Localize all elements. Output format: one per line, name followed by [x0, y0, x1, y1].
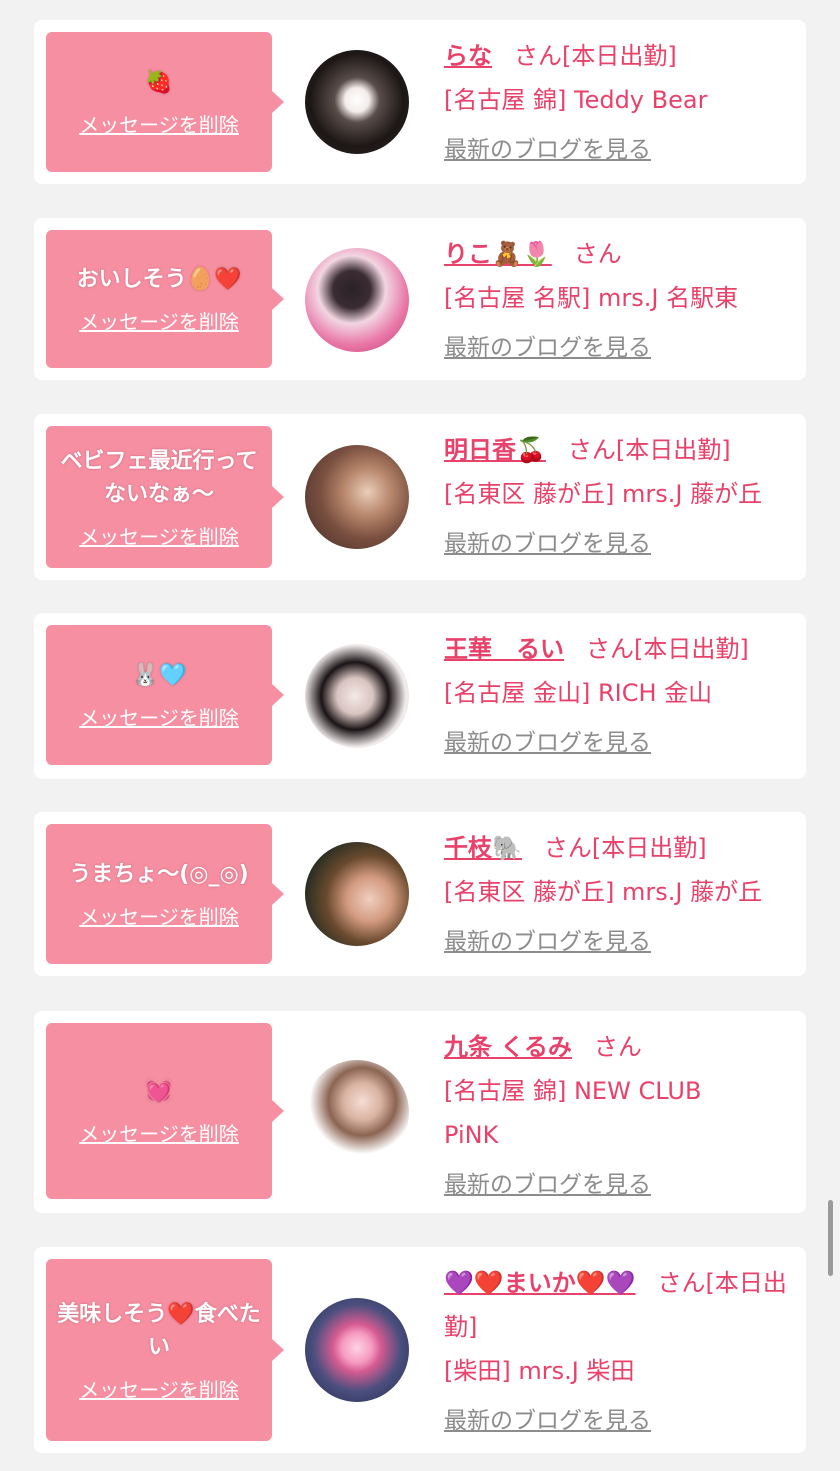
- cast-honorific: さん[本日出勤]: [567, 436, 731, 464]
- delete-message-link[interactable]: メッセージを削除: [79, 1374, 239, 1403]
- cast-honorific: さん: [573, 240, 622, 268]
- delete-message-link[interactable]: メッセージを削除: [79, 306, 239, 335]
- message-text: おいしそう🥚❤️: [76, 267, 242, 292]
- vertical-scrollbar[interactable]: [828, 1200, 833, 1276]
- message-card: 美味しそう❤️食べたい メッセージを削除 💜❤️まいか❤️💜 さん[本日出勤] […: [34, 1247, 806, 1453]
- cast-honorific: さん[本日出勤]: [586, 635, 749, 663]
- avatar[interactable]: [305, 842, 409, 946]
- message-text: 🐰🩵: [131, 663, 187, 688]
- avatar[interactable]: [305, 644, 409, 748]
- message-text: 美味しそう❤️食べたい: [57, 1301, 261, 1360]
- delete-message-link[interactable]: メッセージを削除: [79, 109, 239, 138]
- avatar[interactable]: [305, 248, 409, 352]
- cast-name-link[interactable]: 明日香🍒: [444, 436, 546, 464]
- message-card: うまちょ〜(◎_◎) メッセージを削除 千枝🐘 さん[本日出勤] [名東区 藤が丘…: [34, 812, 806, 976]
- latest-blog-link[interactable]: 最新のブログを見る: [444, 128, 651, 172]
- message-card: ベビフェ最近行ってないなぁ〜 メッセージを削除 明日香🍒 さん[本日出勤] [名東…: [34, 414, 806, 580]
- shop-name: [柴田] mrs.J 柴田: [444, 1357, 635, 1385]
- cast-info: りこ🧸🌷 さん [名古屋 名駅] mrs.J 名駅東 最新のブログを見る: [444, 232, 792, 370]
- message-card: 🍓 メッセージを削除 らな さん[本日出勤] [名古屋 錦] Teddy Bear…: [34, 20, 806, 184]
- delete-message-link[interactable]: メッセージを削除: [79, 521, 239, 550]
- cast-name-link[interactable]: らな: [444, 42, 492, 70]
- latest-blog-link[interactable]: 最新のブログを見る: [444, 326, 651, 370]
- message-bubble: 美味しそう❤️食べたい メッセージを削除: [46, 1259, 284, 1441]
- name-row: 王華 るい さん[本日出勤]: [444, 627, 792, 671]
- message-card: おいしそう🥚❤️ メッセージを削除 りこ🧸🌷 さん [名古屋 名駅] mrs.J …: [34, 218, 806, 380]
- name-row: 千枝🐘 さん[本日出勤]: [444, 826, 792, 870]
- cast-name-link[interactable]: 千枝🐘: [444, 834, 522, 862]
- message-text: 💓: [145, 1079, 173, 1104]
- cast-name-link[interactable]: 💜❤️まいか❤️💜: [444, 1269, 636, 1297]
- cast-info: 千枝🐘 さん[本日出勤] [名東区 藤が丘] mrs.J 藤が丘 最新のブログを見…: [444, 826, 792, 964]
- message-bubble: おいしそう🥚❤️ メッセージを削除: [46, 230, 284, 368]
- latest-blog-link[interactable]: 最新のブログを見る: [444, 721, 651, 765]
- message-text: うまちょ〜(◎_◎): [69, 862, 249, 887]
- message-card: 💓 メッセージを削除 九条 くるみ さん [名古屋 錦] NEW CLUB PiN…: [34, 1011, 806, 1213]
- name-row: らな さん[本日出勤]: [444, 34, 792, 78]
- cast-info: 明日香🍒 さん[本日出勤] [名東区 藤が丘] mrs.J 藤が丘 最新のブログを…: [444, 428, 792, 566]
- shop-name: [名東区 藤が丘] mrs.J 藤が丘: [444, 878, 763, 906]
- delete-message-link[interactable]: メッセージを削除: [79, 901, 239, 930]
- cast-name-link[interactable]: りこ🧸🌷: [444, 240, 552, 268]
- name-row: りこ🧸🌷 さん: [444, 232, 792, 276]
- avatar[interactable]: [305, 1060, 409, 1164]
- cast-honorific: さん: [593, 1033, 642, 1061]
- latest-blog-link[interactable]: 最新のブログを見る: [444, 1399, 651, 1443]
- cast-info: 九条 くるみ さん [名古屋 錦] NEW CLUB PiNK 最新のブログを見る: [444, 1025, 792, 1207]
- shop-name: [名古屋 錦] NEW CLUB PiNK: [444, 1077, 702, 1149]
- message-bubble: うまちょ〜(◎_◎) メッセージを削除: [46, 824, 284, 964]
- cast-name-link[interactable]: 王華 るい: [444, 635, 564, 663]
- avatar[interactable]: [305, 50, 409, 154]
- page: { "delete_label": "メッセージを削除", "blog_labe…: [0, 0, 840, 1471]
- latest-blog-link[interactable]: 最新のブログを見る: [444, 1163, 651, 1207]
- shop-name: [名古屋 金山] RICH 金山: [444, 679, 713, 707]
- shop-name: [名古屋 名駅] mrs.J 名駅東: [444, 284, 739, 312]
- latest-blog-link[interactable]: 最新のブログを見る: [444, 920, 651, 964]
- cast-honorific: さん[本日出勤]: [543, 834, 707, 862]
- cast-info: 💜❤️まいか❤️💜 さん[本日出勤] [柴田] mrs.J 柴田 最新のブログを見…: [444, 1261, 792, 1443]
- shop-name: [名東区 藤が丘] mrs.J 藤が丘: [444, 480, 763, 508]
- name-row: 💜❤️まいか❤️💜 さん[本日出勤]: [444, 1261, 792, 1349]
- cast-name-link[interactable]: 九条 くるみ: [444, 1033, 572, 1061]
- message-bubble: ベビフェ最近行ってないなぁ〜 メッセージを削除: [46, 426, 284, 568]
- delete-message-link[interactable]: メッセージを削除: [79, 1118, 239, 1147]
- message-bubble: 🍓 メッセージを削除: [46, 32, 284, 172]
- name-row: 九条 くるみ さん: [444, 1025, 792, 1069]
- name-row: 明日香🍒 さん[本日出勤]: [444, 428, 792, 472]
- message-card: 🐰🩵 メッセージを削除 王華 るい さん[本日出勤] [名古屋 金山] RICH …: [34, 613, 806, 779]
- cast-info: らな さん[本日出勤] [名古屋 錦] Teddy Bear 最新のブログを見る: [444, 34, 792, 172]
- shop-name: [名古屋 錦] Teddy Bear: [444, 86, 708, 114]
- message-bubble: 🐰🩵 メッセージを削除: [46, 625, 284, 765]
- cast-info: 王華 るい さん[本日出勤] [名古屋 金山] RICH 金山 最新のブログを見る: [444, 627, 792, 765]
- latest-blog-link[interactable]: 最新のブログを見る: [444, 522, 651, 566]
- avatar[interactable]: [305, 1298, 409, 1402]
- message-bubble: 💓 メッセージを削除: [46, 1023, 284, 1199]
- message-text: ベビフェ最近行ってないなぁ〜: [60, 448, 258, 507]
- avatar[interactable]: [305, 445, 409, 549]
- delete-message-link[interactable]: メッセージを削除: [79, 702, 239, 731]
- message-text: 🍓: [145, 70, 173, 95]
- cast-honorific: さん[本日出勤]: [514, 42, 677, 70]
